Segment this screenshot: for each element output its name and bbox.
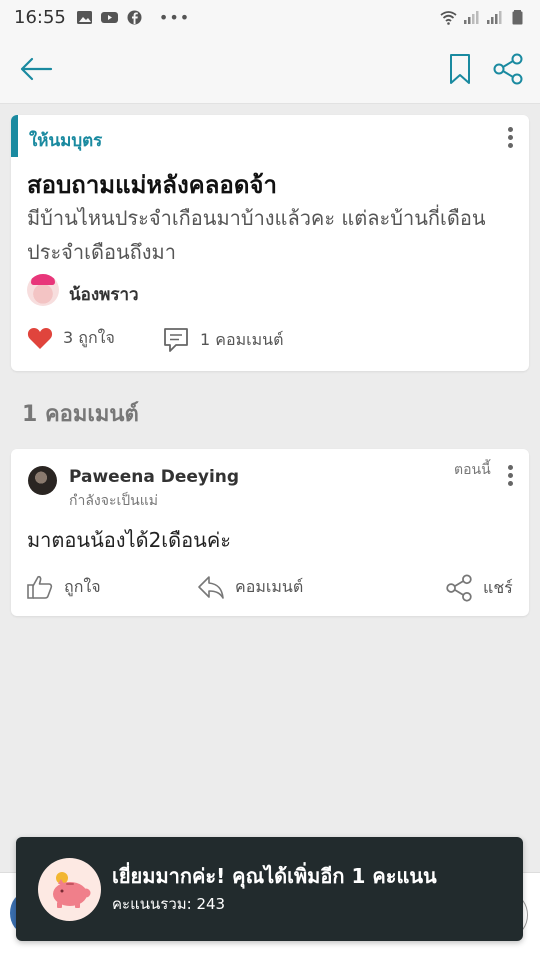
comments-heading: 1 คอมเมนต์ xyxy=(22,402,139,427)
post-category[interactable]: ให้นมบุตร xyxy=(29,127,102,154)
post-comment-button[interactable]: 1 คอมเมนต์ xyxy=(162,326,283,354)
status-time: 16:55 xyxy=(14,6,66,28)
comment-reply-button[interactable]: คอมเมนต์ xyxy=(197,574,303,600)
battery-icon xyxy=(512,9,523,24)
comment-like-label: ถูกใจ xyxy=(64,576,101,596)
author-name[interactable]: น้องพราว xyxy=(69,281,139,308)
comment-share-button[interactable]: แชร์ xyxy=(445,574,513,602)
comment-time: ตอนนี้ xyxy=(454,462,491,478)
share-icon xyxy=(493,53,523,85)
share-button[interactable] xyxy=(489,50,527,88)
comment-like-button[interactable]: ถูกใจ xyxy=(26,574,101,600)
comment-reply-label: คอมเมนต์ xyxy=(235,576,304,596)
bookmark-icon xyxy=(450,54,470,84)
share-icon xyxy=(446,574,472,602)
category-accent xyxy=(11,115,18,157)
post-likes-count: 3 ถูกใจ xyxy=(63,328,115,347)
comment-share-label: แชร์ xyxy=(483,577,513,597)
points-toast[interactable]: เยี่ยมมากค่ะ! คุณได้เพิ่มอีก 1 คะแนน คะแ… xyxy=(16,837,523,941)
post-like-button[interactable]: 3 ถูกใจ xyxy=(27,326,115,351)
heart-icon xyxy=(27,327,53,349)
facebook-icon xyxy=(127,10,142,24)
comment-card: Paweena Deeying กำลังจะเป็นแม่ ตอนนี้ มา… xyxy=(11,449,529,616)
gallery-icon xyxy=(76,10,92,24)
toast-title: เยี่ยมมากค่ะ! คุณได้เพิ่มอีก 1 คะแนน xyxy=(112,864,437,888)
comment-menu-button[interactable] xyxy=(500,461,520,489)
reply-icon xyxy=(198,576,224,599)
signal-icon xyxy=(487,10,502,24)
youtube-icon xyxy=(100,11,118,23)
comment-text: มาตอนน้องได้2เดือนค่ะ xyxy=(27,528,231,552)
signal-icon xyxy=(464,10,479,24)
piggy-bank-icon xyxy=(38,858,101,921)
commenter-name[interactable]: Paweena Deeying xyxy=(69,467,239,487)
back-button[interactable] xyxy=(17,50,55,88)
post-title: สอบถามแม่หลังคลอดจ้า xyxy=(27,171,277,199)
commenter-status: กำลังจะเป็นแม่ xyxy=(69,493,158,509)
post-card: ให้นมบุตร สอบถามแม่หลังคลอดจ้า มีบ้านไหน… xyxy=(11,115,529,371)
bookmark-button[interactable] xyxy=(441,50,479,88)
more-dots-icon: ••• xyxy=(158,7,191,27)
commenter-avatar[interactable] xyxy=(28,466,57,495)
post-body: มีบ้านไหนประจำเกือนมาบ้างแล้วคะ แต่ละบ้า… xyxy=(27,206,486,264)
post-menu-button[interactable] xyxy=(500,123,520,151)
status-bar: 16:55 ••• xyxy=(0,0,540,34)
post-comments-count: 1 คอมเมนต์ xyxy=(200,329,284,349)
wifi-icon xyxy=(440,10,457,25)
thumbs-up-icon xyxy=(27,575,53,599)
toast-total-points: คะแนนรวม: 243 xyxy=(112,895,226,913)
comment-bubble-icon xyxy=(164,328,188,352)
back-arrow-icon xyxy=(20,57,53,81)
author-avatar[interactable] xyxy=(27,274,59,306)
app-header xyxy=(0,34,540,104)
